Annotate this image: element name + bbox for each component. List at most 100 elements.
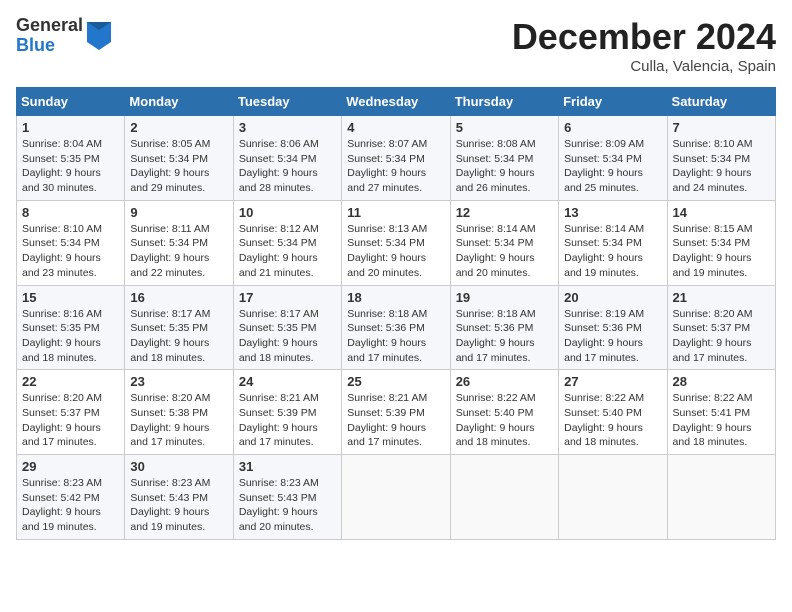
weekday-header-friday: Friday <box>559 88 667 116</box>
day-number: 1 <box>22 120 119 135</box>
calendar-day-cell: 14 Sunrise: 8:15 AMSunset: 5:34 PMDaylig… <box>667 200 775 285</box>
location-subtitle: Culla, Valencia, Spain <box>512 58 776 75</box>
day-number: 2 <box>130 120 227 135</box>
weekday-header-saturday: Saturday <box>667 88 775 116</box>
day-number: 21 <box>673 290 770 305</box>
calendar-table: SundayMondayTuesdayWednesdayThursdayFrid… <box>16 87 776 540</box>
day-info: Sunrise: 8:20 AMSunset: 5:38 PMDaylight:… <box>130 392 210 448</box>
calendar-day-cell: 3 Sunrise: 8:06 AMSunset: 5:34 PMDayligh… <box>233 116 341 201</box>
calendar-day-cell: 23 Sunrise: 8:20 AMSunset: 5:38 PMDaylig… <box>125 370 233 455</box>
day-number: 11 <box>347 205 444 220</box>
day-info: Sunrise: 8:19 AMSunset: 5:36 PMDaylight:… <box>564 308 644 364</box>
logo-general-text: General <box>16 16 83 36</box>
calendar-week-row: 29 Sunrise: 8:23 AMSunset: 5:42 PMDaylig… <box>17 455 776 540</box>
day-info: Sunrise: 8:11 AMSunset: 5:34 PMDaylight:… <box>130 223 209 279</box>
day-info: Sunrise: 8:18 AMSunset: 5:36 PMDaylight:… <box>456 308 536 364</box>
calendar-day-cell: 29 Sunrise: 8:23 AMSunset: 5:42 PMDaylig… <box>17 455 125 540</box>
calendar-day-cell: 10 Sunrise: 8:12 AMSunset: 5:34 PMDaylig… <box>233 200 341 285</box>
calendar-day-cell: 27 Sunrise: 8:22 AMSunset: 5:40 PMDaylig… <box>559 370 667 455</box>
calendar-day-cell <box>667 455 775 540</box>
day-number: 19 <box>456 290 553 305</box>
day-info: Sunrise: 8:22 AMSunset: 5:41 PMDaylight:… <box>673 392 753 448</box>
day-number: 29 <box>22 459 119 474</box>
day-number: 9 <box>130 205 227 220</box>
day-number: 27 <box>564 374 661 389</box>
day-info: Sunrise: 8:20 AMSunset: 5:37 PMDaylight:… <box>22 392 102 448</box>
day-number: 30 <box>130 459 227 474</box>
day-number: 10 <box>239 205 336 220</box>
calendar-day-cell: 5 Sunrise: 8:08 AMSunset: 5:34 PMDayligh… <box>450 116 558 201</box>
day-info: Sunrise: 8:05 AMSunset: 5:34 PMDaylight:… <box>130 138 210 194</box>
weekday-header-sunday: Sunday <box>17 88 125 116</box>
calendar-week-row: 15 Sunrise: 8:16 AMSunset: 5:35 PMDaylig… <box>17 285 776 370</box>
calendar-day-cell: 28 Sunrise: 8:22 AMSunset: 5:41 PMDaylig… <box>667 370 775 455</box>
calendar-day-cell: 13 Sunrise: 8:14 AMSunset: 5:34 PMDaylig… <box>559 200 667 285</box>
calendar-day-cell: 18 Sunrise: 8:18 AMSunset: 5:36 PMDaylig… <box>342 285 450 370</box>
day-info: Sunrise: 8:15 AMSunset: 5:34 PMDaylight:… <box>673 223 753 279</box>
day-info: Sunrise: 8:17 AMSunset: 5:35 PMDaylight:… <box>239 308 319 364</box>
day-info: Sunrise: 8:10 AMSunset: 5:34 PMDaylight:… <box>22 223 102 279</box>
calendar-day-cell <box>559 455 667 540</box>
day-info: Sunrise: 8:23 AMSunset: 5:43 PMDaylight:… <box>130 477 210 533</box>
day-number: 6 <box>564 120 661 135</box>
weekday-header-thursday: Thursday <box>450 88 558 116</box>
day-info: Sunrise: 8:08 AMSunset: 5:34 PMDaylight:… <box>456 138 536 194</box>
calendar-day-cell: 8 Sunrise: 8:10 AMSunset: 5:34 PMDayligh… <box>17 200 125 285</box>
day-info: Sunrise: 8:13 AMSunset: 5:34 PMDaylight:… <box>347 223 427 279</box>
calendar-day-cell: 26 Sunrise: 8:22 AMSunset: 5:40 PMDaylig… <box>450 370 558 455</box>
day-number: 12 <box>456 205 553 220</box>
day-number: 26 <box>456 374 553 389</box>
day-info: Sunrise: 8:18 AMSunset: 5:36 PMDaylight:… <box>347 308 427 364</box>
day-info: Sunrise: 8:22 AMSunset: 5:40 PMDaylight:… <box>456 392 536 448</box>
calendar-week-row: 22 Sunrise: 8:20 AMSunset: 5:37 PMDaylig… <box>17 370 776 455</box>
weekday-header-wednesday: Wednesday <box>342 88 450 116</box>
calendar-day-cell: 20 Sunrise: 8:19 AMSunset: 5:36 PMDaylig… <box>559 285 667 370</box>
calendar-day-cell: 17 Sunrise: 8:17 AMSunset: 5:35 PMDaylig… <box>233 285 341 370</box>
day-number: 17 <box>239 290 336 305</box>
calendar-week-row: 1 Sunrise: 8:04 AMSunset: 5:35 PMDayligh… <box>17 116 776 201</box>
day-number: 7 <box>673 120 770 135</box>
day-number: 28 <box>673 374 770 389</box>
logo: General Blue <box>16 16 111 56</box>
day-info: Sunrise: 8:17 AMSunset: 5:35 PMDaylight:… <box>130 308 210 364</box>
day-number: 5 <box>456 120 553 135</box>
day-info: Sunrise: 8:06 AMSunset: 5:34 PMDaylight:… <box>239 138 319 194</box>
day-number: 20 <box>564 290 661 305</box>
calendar-day-cell: 11 Sunrise: 8:13 AMSunset: 5:34 PMDaylig… <box>342 200 450 285</box>
day-info: Sunrise: 8:07 AMSunset: 5:34 PMDaylight:… <box>347 138 427 194</box>
calendar-day-cell: 31 Sunrise: 8:23 AMSunset: 5:43 PMDaylig… <box>233 455 341 540</box>
calendar-day-cell: 25 Sunrise: 8:21 AMSunset: 5:39 PMDaylig… <box>342 370 450 455</box>
day-info: Sunrise: 8:16 AMSunset: 5:35 PMDaylight:… <box>22 308 102 364</box>
day-info: Sunrise: 8:21 AMSunset: 5:39 PMDaylight:… <box>347 392 427 448</box>
calendar-day-cell <box>342 455 450 540</box>
day-number: 3 <box>239 120 336 135</box>
day-number: 16 <box>130 290 227 305</box>
calendar-day-cell: 19 Sunrise: 8:18 AMSunset: 5:36 PMDaylig… <box>450 285 558 370</box>
day-info: Sunrise: 8:14 AMSunset: 5:34 PMDaylight:… <box>456 223 536 279</box>
day-number: 31 <box>239 459 336 474</box>
day-info: Sunrise: 8:22 AMSunset: 5:40 PMDaylight:… <box>564 392 644 448</box>
calendar-day-cell: 22 Sunrise: 8:20 AMSunset: 5:37 PMDaylig… <box>17 370 125 455</box>
day-info: Sunrise: 8:12 AMSunset: 5:34 PMDaylight:… <box>239 223 319 279</box>
calendar-day-cell <box>450 455 558 540</box>
calendar-day-cell: 4 Sunrise: 8:07 AMSunset: 5:34 PMDayligh… <box>342 116 450 201</box>
day-number: 25 <box>347 374 444 389</box>
calendar-day-cell: 2 Sunrise: 8:05 AMSunset: 5:34 PMDayligh… <box>125 116 233 201</box>
day-info: Sunrise: 8:20 AMSunset: 5:37 PMDaylight:… <box>673 308 753 364</box>
day-number: 4 <box>347 120 444 135</box>
calendar-week-row: 8 Sunrise: 8:10 AMSunset: 5:34 PMDayligh… <box>17 200 776 285</box>
month-title: December 2024 <box>512 16 776 58</box>
day-info: Sunrise: 8:04 AMSunset: 5:35 PMDaylight:… <box>22 138 102 194</box>
calendar-day-cell: 16 Sunrise: 8:17 AMSunset: 5:35 PMDaylig… <box>125 285 233 370</box>
calendar-day-cell: 21 Sunrise: 8:20 AMSunset: 5:37 PMDaylig… <box>667 285 775 370</box>
calendar-day-cell: 1 Sunrise: 8:04 AMSunset: 5:35 PMDayligh… <box>17 116 125 201</box>
calendar-day-cell: 7 Sunrise: 8:10 AMSunset: 5:34 PMDayligh… <box>667 116 775 201</box>
title-block: December 2024 Culla, Valencia, Spain <box>512 16 776 75</box>
logo-icon <box>87 22 111 50</box>
calendar-day-cell: 15 Sunrise: 8:16 AMSunset: 5:35 PMDaylig… <box>17 285 125 370</box>
logo-blue-text: Blue <box>16 36 83 56</box>
weekday-header-monday: Monday <box>125 88 233 116</box>
calendar-day-cell: 6 Sunrise: 8:09 AMSunset: 5:34 PMDayligh… <box>559 116 667 201</box>
page-header: General Blue December 2024 Culla, Valenc… <box>16 16 776 75</box>
day-number: 23 <box>130 374 227 389</box>
